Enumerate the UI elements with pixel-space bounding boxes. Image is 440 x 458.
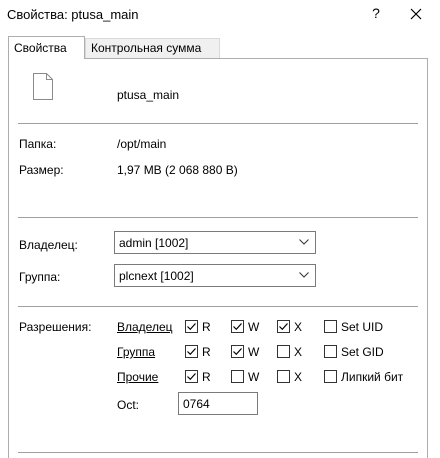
perm-x-label: X <box>294 370 303 384</box>
close-button[interactable] <box>400 2 432 26</box>
perm-group-r-checkbox[interactable] <box>185 345 198 358</box>
perm-sticky-label: Липкий бит <box>341 370 404 384</box>
owner-select[interactable]: admin [1002] <box>114 231 316 254</box>
perm-setuid-label: Set UID <box>341 320 384 334</box>
separator <box>18 217 418 218</box>
checkmark-icon <box>233 348 242 356</box>
group-select[interactable]: plcnext [1002] <box>114 264 316 287</box>
octal-input-value: 0764 <box>183 397 210 411</box>
separator <box>18 306 418 307</box>
file-name: ptusa_main <box>117 88 180 102</box>
title-bar: Свойства: ptusa_main ? <box>0 0 440 30</box>
size-label: Размер: <box>19 163 64 177</box>
perm-sticky-checkbox[interactable] <box>324 370 337 383</box>
perm-x-label: X <box>294 345 303 359</box>
folder-label: Папка: <box>19 137 57 151</box>
perm-w-label: W <box>248 320 260 334</box>
chevron-down-icon <box>299 239 309 245</box>
file-icon <box>33 73 53 100</box>
close-icon <box>410 8 422 20</box>
perm-r-label: R <box>202 345 211 359</box>
perm-x-label: X <box>294 320 303 334</box>
checkmark-icon <box>187 323 196 331</box>
perm-owner-label: Владелец <box>117 320 173 334</box>
perm-others-label: Прочие <box>117 370 159 384</box>
checkmark-icon <box>187 348 196 356</box>
group-label: Группа: <box>19 270 61 284</box>
perm-group-w-checkbox[interactable] <box>231 345 244 358</box>
perm-others-x-checkbox[interactable] <box>277 370 290 383</box>
tab-properties[interactable]: Свойства <box>8 36 85 59</box>
owner-label: Владелец: <box>19 238 78 252</box>
separator <box>18 123 418 124</box>
perm-owner-w-checkbox[interactable] <box>231 320 244 333</box>
size-value: 1,97 MB (2 068 880 B) <box>117 163 238 177</box>
perm-others-r-checkbox[interactable] <box>185 370 198 383</box>
perm-others-w-checkbox[interactable] <box>231 370 244 383</box>
permissions-label: Разрешения: <box>19 320 92 334</box>
perm-setgid-checkbox[interactable] <box>324 345 337 358</box>
octal-input[interactable]: 0764 <box>178 392 258 415</box>
tab-checksum[interactable]: Контрольная сумма <box>85 38 220 58</box>
perm-w-label: W <box>248 345 260 359</box>
folder-value: /opt/main <box>117 137 167 151</box>
checkmark-icon <box>187 373 196 381</box>
window-title: Свойства: ptusa_main <box>7 7 139 22</box>
octal-label: Oct: <box>117 398 140 412</box>
checkmark-icon <box>233 323 242 331</box>
perm-setuid-checkbox[interactable] <box>324 320 337 333</box>
separator <box>18 452 418 453</box>
perm-setgid-label: Set GID <box>341 345 384 359</box>
perm-group-x-checkbox[interactable] <box>277 345 290 358</box>
perm-owner-x-checkbox[interactable] <box>277 320 290 333</box>
group-select-value: plcnext [1002] <box>119 269 194 283</box>
perm-owner-r-checkbox[interactable] <box>185 320 198 333</box>
owner-select-value: admin [1002] <box>119 236 189 250</box>
checkmark-icon <box>279 323 288 331</box>
perm-group-label: Группа <box>117 345 156 359</box>
perm-r-label: R <box>202 320 211 334</box>
perm-r-label: R <box>202 370 211 384</box>
perm-w-label: W <box>248 370 260 384</box>
help-button[interactable]: ? <box>368 5 384 21</box>
chevron-down-icon <box>299 272 309 278</box>
